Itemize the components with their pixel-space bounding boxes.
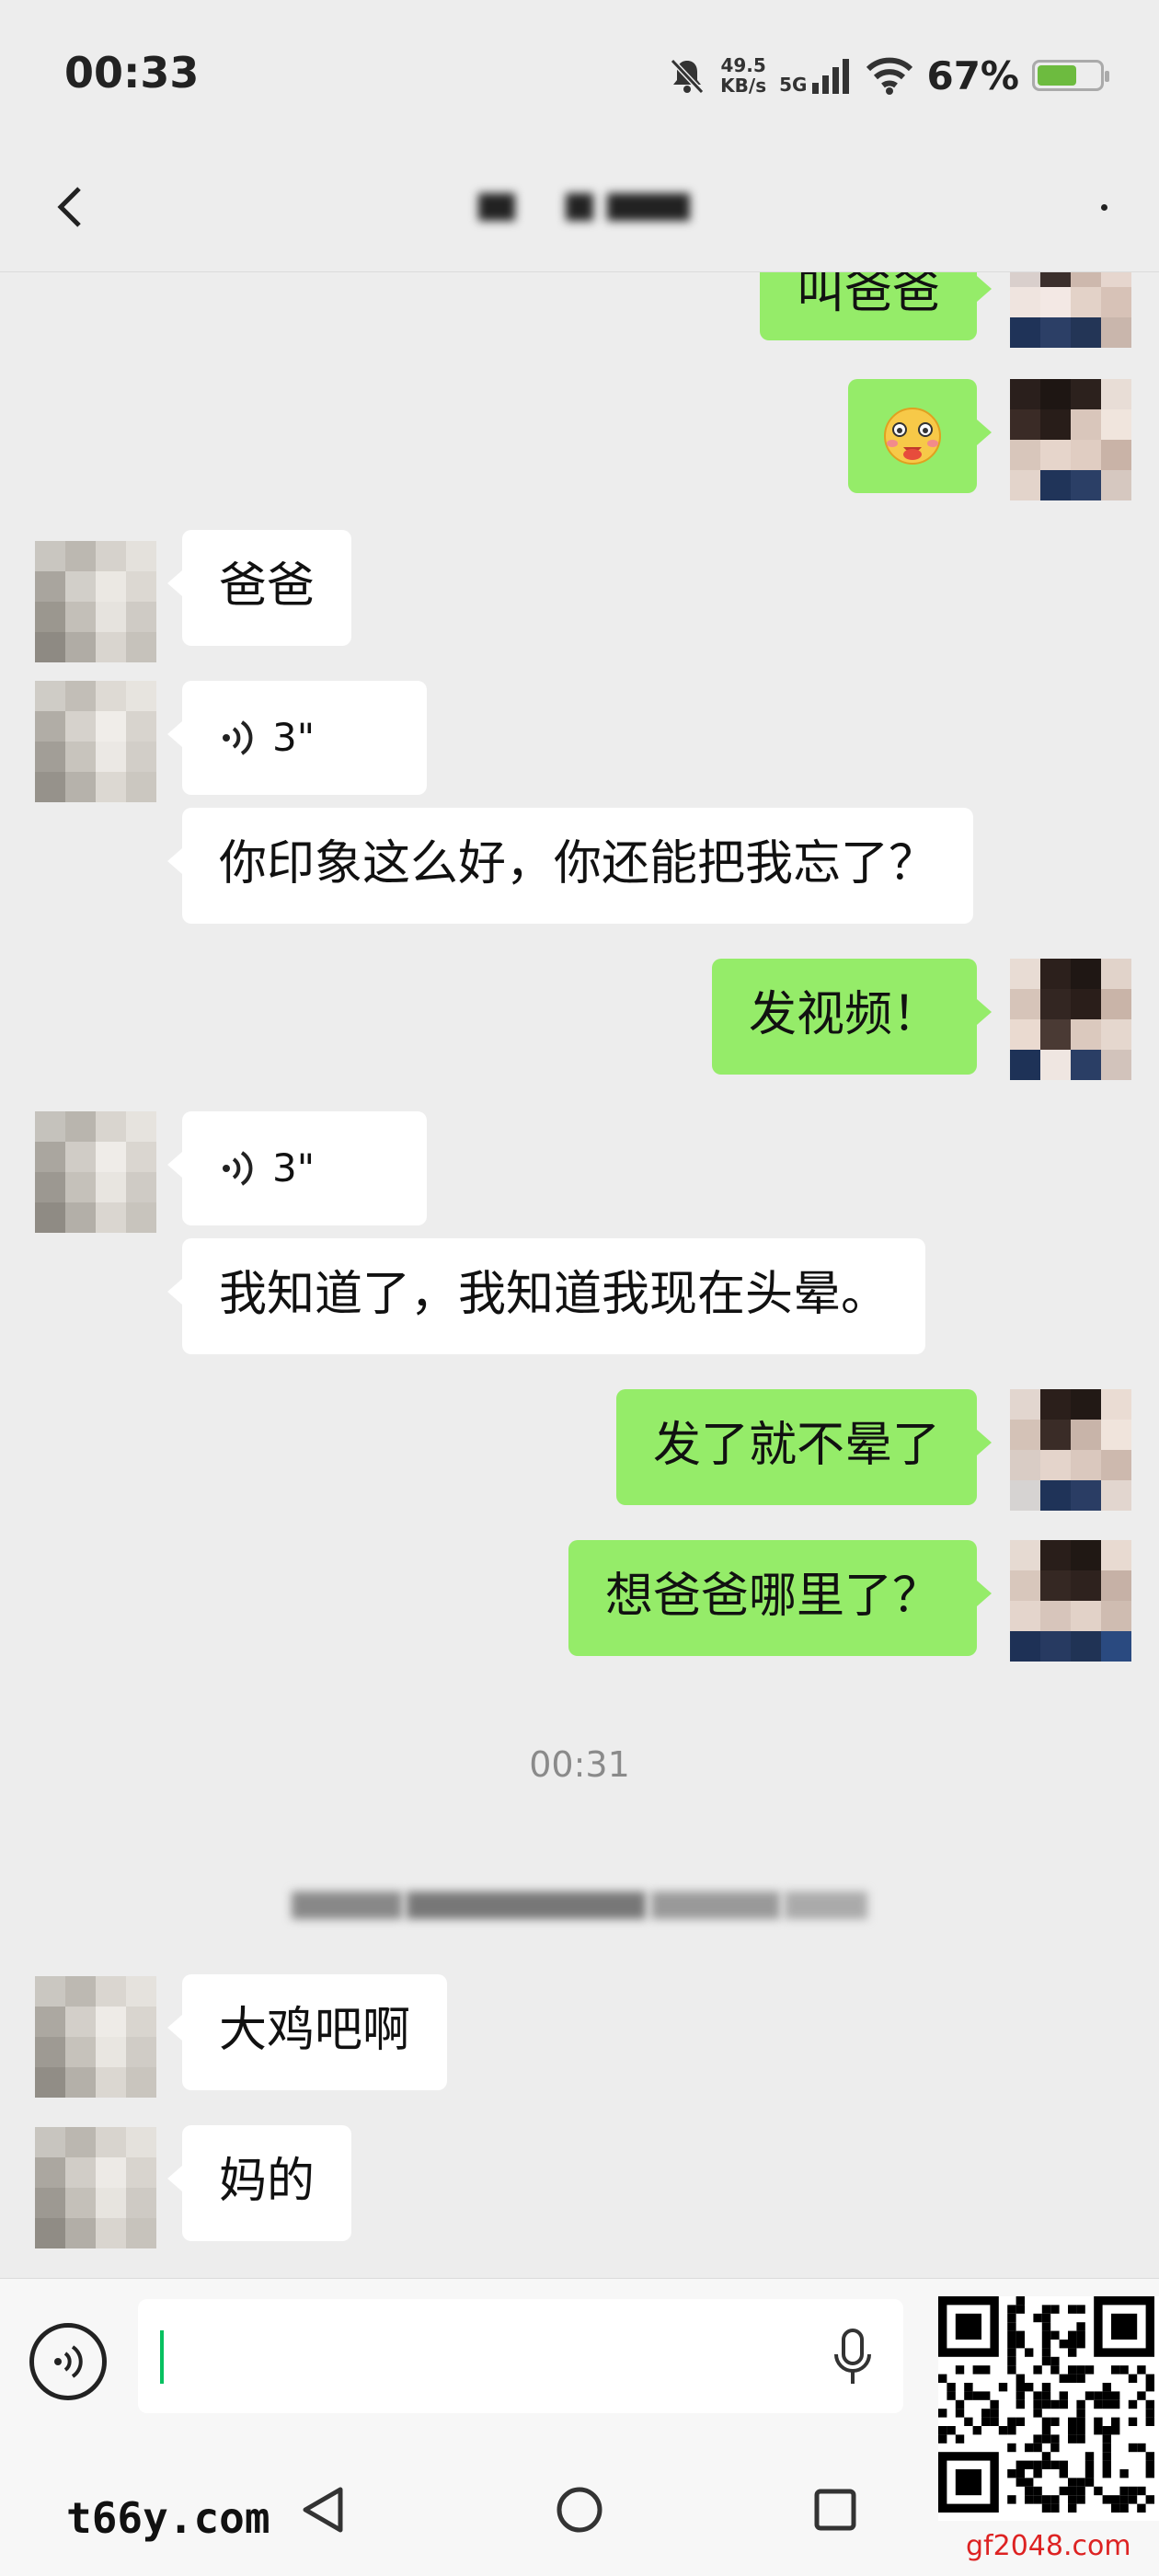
message-row: 你印象这么好，你还能把我忘了？: [0, 808, 1159, 927]
message-list[interactable]: 叫爸爸 爸爸 3" 你印象这么好，你还能把我忘了？ 发视频！ 3" 我知道了，我…: [0, 272, 1159, 2278]
message-bubble-incoming[interactable]: 爸爸: [166, 530, 352, 646]
my-avatar[interactable]: [1010, 272, 1131, 348]
battery-icon: [1032, 60, 1109, 91]
message-text: 妈的: [219, 2154, 316, 2209]
message-bubble-incoming[interactable]: 大鸡吧啊: [166, 1974, 448, 2090]
message-row: 妈的: [0, 2125, 1159, 2254]
chat-header: [0, 138, 1159, 272]
message-text: 发了就不晕了: [652, 1418, 940, 1473]
status-time: 00:33: [64, 48, 200, 98]
qr-code-watermark: [938, 2296, 1159, 2521]
chevron-left-icon: [57, 187, 81, 227]
contact-avatar[interactable]: [35, 1976, 156, 2098]
message-text: 我知道了，我知道我现在头晕。: [219, 1267, 889, 1322]
status-icons: 49.5 KB/s 5G 67%: [667, 48, 1109, 103]
message-bubble-outgoing[interactable]: 想爸爸哪里了？: [568, 1540, 993, 1656]
message-row: 3": [0, 1111, 1159, 1233]
message-text: 爸爸: [219, 558, 316, 614]
network-type: 5G: [779, 74, 808, 96]
contact-avatar[interactable]: [35, 1111, 156, 1233]
voice-toggle-button[interactable]: [29, 2323, 107, 2400]
message-row: 发了就不晕了: [0, 1389, 1159, 1518]
chat-timestamp: 00:31: [529, 1744, 630, 1785]
my-avatar[interactable]: [1010, 1540, 1131, 1662]
contact-name-redacted: [478, 184, 699, 230]
microphone-icon[interactable]: [830, 2327, 876, 2387]
message-text: 叫爸爸: [796, 272, 940, 319]
contact-avatar[interactable]: [35, 541, 156, 662]
net-speed: 49.5 KB/s: [720, 55, 766, 96]
message-row: 爸爸: [0, 530, 1159, 662]
my-avatar[interactable]: [1010, 1389, 1131, 1511]
message-bubble-outgoing[interactable]: 发视频！: [711, 959, 993, 1075]
back-button[interactable]: [37, 170, 110, 244]
message-row: 叫爸爸: [0, 272, 1159, 348]
home-circle-icon[interactable]: [543, 2473, 616, 2547]
more-button[interactable]: [1076, 184, 1131, 230]
voice-message[interactable]: 3": [167, 1111, 427, 1225]
voice-wave-icon: [223, 1151, 253, 1186]
back-triangle-icon[interactable]: [287, 2473, 361, 2547]
contact-avatar[interactable]: [35, 2127, 156, 2248]
message-bubble-incoming[interactable]: 妈的: [166, 2125, 352, 2241]
wifi-icon: [866, 57, 913, 95]
message-text: 大鸡吧啊: [219, 2003, 411, 2058]
battery-fill: [1038, 65, 1077, 86]
message-row: [0, 379, 1159, 508]
net-speed-value: 49.5: [720, 54, 766, 76]
message-bubble-outgoing[interactable]: 叫爸爸: [759, 272, 993, 340]
message-row: 我知道了，我知道我现在头晕。: [0, 1238, 1159, 1358]
contact-avatar[interactable]: [35, 681, 156, 802]
message-bubble-incoming[interactable]: 我知道了，我知道我现在头晕。: [166, 1238, 926, 1354]
voice-duration: 3": [272, 1145, 316, 1190]
my-avatar[interactable]: [1010, 379, 1131, 500]
more-dot-icon: [1100, 203, 1107, 211]
message-row: 想爸爸哪里了？: [0, 1540, 1159, 1669]
battery-percent: 67%: [926, 52, 1019, 98]
text-caret: [160, 2330, 164, 2384]
message-row: 3": [0, 681, 1159, 802]
mute-bell-icon: [670, 58, 705, 95]
net-speed-unit: KB/s: [720, 75, 767, 97]
voice-wave-icon: [223, 720, 253, 755]
message-text: 想爸爸哪里了？: [604, 1569, 940, 1624]
blushing-emoji-icon: [884, 408, 941, 465]
message-text: 发视频！: [748, 987, 940, 1042]
watermark-qr-caption: gf2048.com: [966, 2530, 1131, 2562]
message-bubble-outgoing[interactable]: 发了就不晕了: [615, 1389, 993, 1505]
voice-duration: 3": [272, 715, 316, 760]
voice-message[interactable]: 3": [167, 681, 427, 795]
message-row: 发视频！: [0, 959, 1159, 1087]
signal-group: 5G: [779, 57, 853, 94]
message-text: 你印象这么好，你还能把我忘了？: [219, 836, 937, 891]
watermark-site-text: t66y.com: [66, 2493, 270, 2543]
my-avatar[interactable]: [1010, 959, 1131, 1080]
message-bubble-outgoing[interactable]: [848, 379, 992, 493]
system-notice-redacted: [212, 1882, 947, 1919]
status-bar: 00:33 49.5 KB/s 5G 67%: [0, 0, 1159, 138]
signal-icon: [812, 59, 850, 94]
message-bubble-incoming[interactable]: 你印象这么好，你还能把我忘了？: [166, 808, 974, 924]
voice-toggle-icon: [54, 2345, 83, 2378]
recents-square-icon[interactable]: [798, 2473, 872, 2547]
qr-code-icon: [938, 2296, 1154, 2513]
message-row: 大鸡吧啊: [0, 1974, 1159, 2103]
message-input[interactable]: [138, 2299, 903, 2413]
